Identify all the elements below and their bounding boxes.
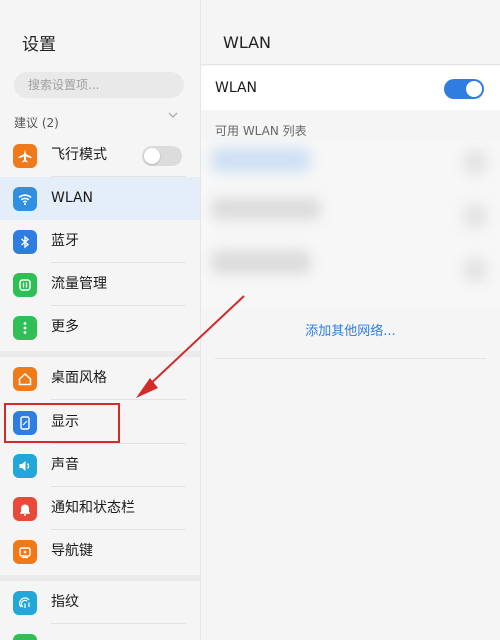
fingerprint-icon bbox=[13, 591, 37, 615]
network-item-blurred[interactable] bbox=[211, 198, 321, 220]
network-list bbox=[201, 140, 500, 310]
sidebar-item-label: 导航键 bbox=[51, 543, 93, 559]
sidebar-item-fingerprint[interactable]: 指纹 bbox=[0, 581, 200, 624]
lock-icon bbox=[463, 258, 487, 282]
sidebar-item-label: 飞行模式 bbox=[51, 147, 107, 163]
network-item-blurred[interactable] bbox=[211, 250, 311, 274]
sound-icon bbox=[13, 454, 37, 478]
sidebar-item-bluetooth[interactable]: 蓝牙 bbox=[0, 220, 200, 263]
sidebar-item-label: 更多 bbox=[51, 319, 79, 335]
home-icon bbox=[13, 367, 37, 391]
annotation-highlight-box bbox=[4, 403, 120, 443]
sidebar-item-navigation-keys[interactable]: 导航键 bbox=[0, 530, 200, 573]
sidebar-item-more[interactable]: 更多 bbox=[0, 306, 200, 349]
search-input[interactable]: 搜索设置项... bbox=[14, 72, 184, 98]
add-other-network-link[interactable]: 添加其他网络... bbox=[201, 320, 500, 339]
wifi-icon bbox=[13, 187, 37, 211]
divider bbox=[215, 358, 486, 359]
airplane-mode-toggle[interactable] bbox=[142, 146, 182, 166]
wlan-list-header: 可用 WLAN 列表 bbox=[215, 124, 307, 138]
wlan-toggle-row[interactable]: WLAN bbox=[201, 66, 500, 110]
sidebar-item-home-style[interactable]: 桌面风格 bbox=[0, 357, 200, 400]
sidebar-item-partial[interactable] bbox=[0, 624, 200, 640]
more-icon bbox=[13, 316, 37, 340]
sidebar-item-label: 声音 bbox=[51, 457, 79, 473]
sidebar-item-notifications[interactable]: 通知和状态栏 bbox=[0, 487, 200, 530]
bell-icon bbox=[13, 497, 37, 521]
sidebar-item-data-usage[interactable]: 流量管理 bbox=[0, 263, 200, 306]
divider bbox=[51, 399, 186, 400]
data-usage-icon bbox=[13, 273, 37, 297]
wlan-toggle[interactable] bbox=[444, 79, 484, 99]
settings-sidebar: 设置 搜索设置项... 建议 (2) 飞行模式 WLAN 蓝牙 流量管理 更多 … bbox=[0, 0, 201, 640]
sidebar-item-label: 通知和状态栏 bbox=[51, 500, 135, 516]
section-label: 建议 (2) bbox=[14, 116, 59, 130]
page-title: 设置 bbox=[22, 35, 56, 55]
sidebar-item-sound[interactable]: 声音 bbox=[0, 444, 200, 487]
sidebar-item-label: 桌面风格 bbox=[51, 370, 107, 386]
sidebar-item-label: WLAN bbox=[51, 190, 94, 206]
lock-icon bbox=[463, 204, 487, 228]
sidebar-item-label: 指纹 bbox=[51, 594, 79, 610]
wlan-toggle-label: WLAN bbox=[215, 80, 258, 96]
wlan-panel-title: WLAN bbox=[223, 33, 272, 52]
sidebar-item-label: 蓝牙 bbox=[51, 233, 79, 249]
network-item-blurred[interactable] bbox=[211, 148, 311, 172]
bluetooth-icon bbox=[13, 230, 37, 254]
wlan-panel: WLAN WLAN 可用 WLAN 列表 添加其他网络... bbox=[201, 0, 500, 640]
airplane-icon bbox=[13, 144, 37, 168]
chevron-down-icon[interactable] bbox=[168, 110, 178, 120]
sidebar-item-wlan[interactable]: WLAN bbox=[0, 177, 200, 220]
navigation-icon bbox=[13, 540, 37, 564]
divider bbox=[201, 64, 500, 65]
lock-icon bbox=[463, 150, 487, 174]
sidebar-item-label: 流量管理 bbox=[51, 276, 107, 292]
partial-icon bbox=[13, 634, 37, 640]
